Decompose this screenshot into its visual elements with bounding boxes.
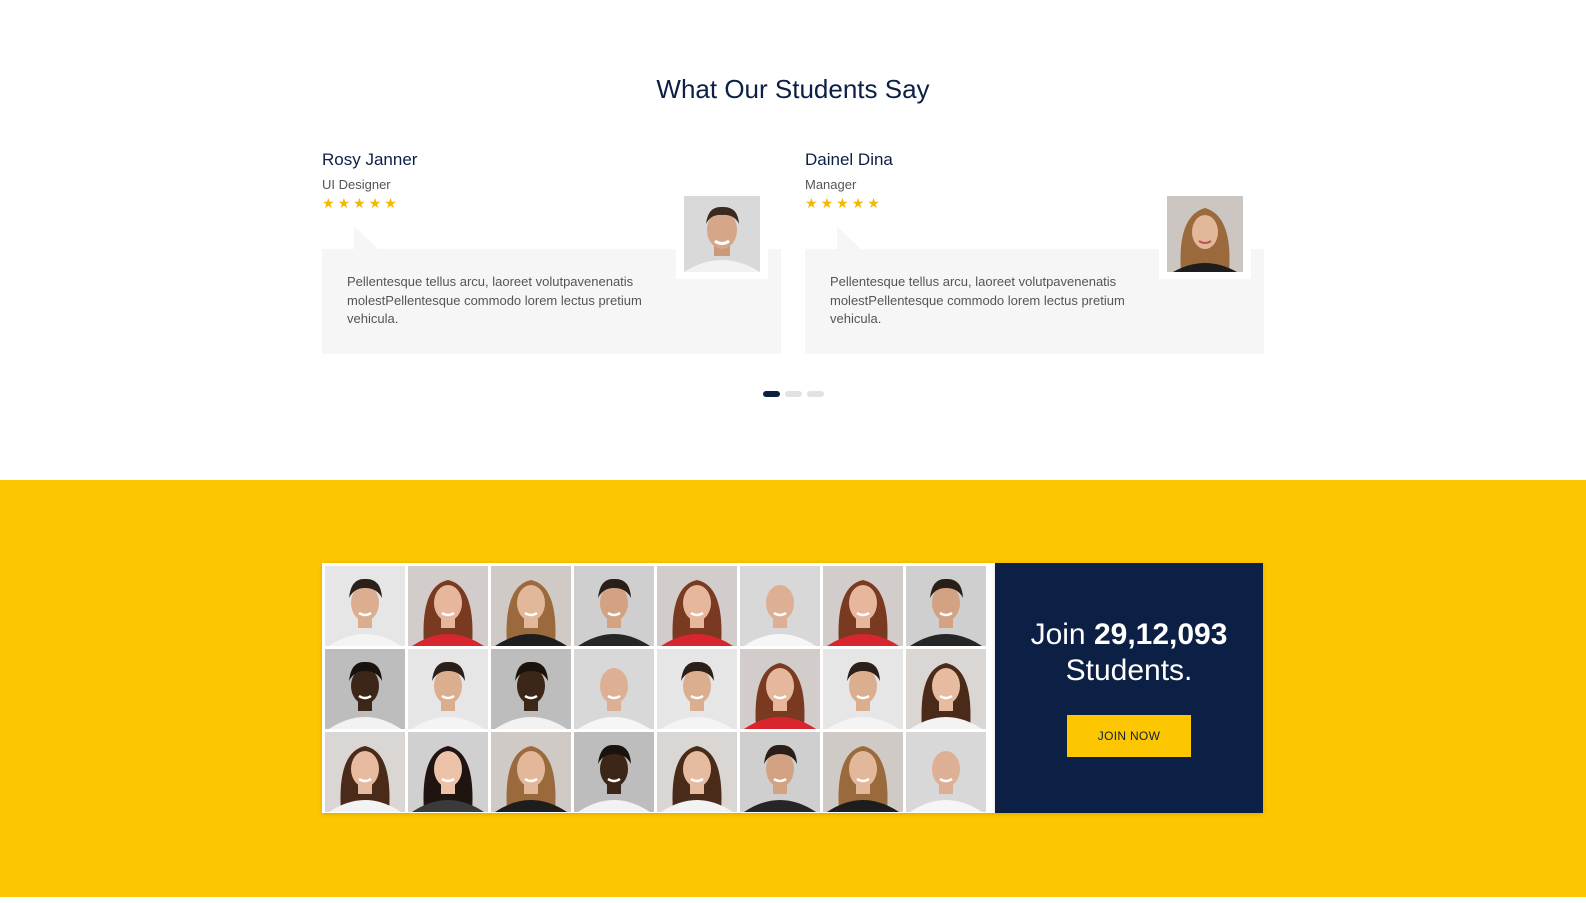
rating-stars: ★ ★ ★ ★ ★ (322, 196, 397, 210)
star-icon: ★ (384, 195, 397, 211)
carousel-dot[interactable] (785, 391, 802, 397)
student-photo (740, 566, 820, 646)
student-photo (740, 732, 820, 812)
section-divider (0, 897, 1586, 903)
student-photo (408, 649, 488, 729)
student-photo (823, 732, 903, 812)
student-photo-mosaic (322, 563, 995, 813)
student-photo (491, 566, 571, 646)
testimonial-quote: Pellentesque tellus arcu, laoreet volutp… (830, 274, 1125, 326)
join-suffix: Students. (1065, 654, 1193, 687)
star-icon: ★ (836, 195, 849, 211)
student-photo (823, 649, 903, 729)
avatar (1167, 196, 1243, 272)
student-photo (657, 566, 737, 646)
join-section: Join 29,12,093 Students. JOIN NOW (0, 480, 1586, 897)
star-icon: ★ (337, 195, 351, 211)
student-photo (906, 566, 986, 646)
testimonial-role: UI Designer (322, 177, 391, 192)
student-photo (906, 732, 986, 812)
avatar-frame (676, 188, 768, 279)
testimonial-name: Rosy Janner (322, 150, 418, 169)
star-icon: ★ (867, 195, 880, 211)
join-headline: Join 29,12,093 Students. (995, 617, 1263, 689)
testimonial-role: Manager (805, 177, 857, 192)
student-photo (657, 732, 737, 812)
student-photo (491, 649, 571, 729)
bubble-pointer (354, 226, 378, 249)
student-photo (408, 566, 488, 646)
student-count: 29,12,093 (1093, 618, 1228, 651)
star-icon: ★ (322, 195, 335, 211)
carousel-dot[interactable] (807, 391, 824, 397)
join-panel: Join 29,12,093 Students. JOIN NOW (995, 563, 1263, 813)
carousel-dot[interactable] (763, 391, 780, 397)
carousel-pagination (763, 391, 824, 397)
testimonial-card: Rosy Janner UI Designer ★ ★ ★ ★ ★ Pellen… (322, 148, 781, 354)
testimonial-name: Dainel Dina (805, 150, 893, 169)
star-icon: ★ (368, 195, 382, 211)
star-icon: ★ (820, 195, 834, 211)
section-title: What Our Students Say (656, 74, 930, 104)
student-photo (325, 649, 405, 729)
star-icon: ★ (851, 195, 865, 211)
student-photo (408, 732, 488, 812)
student-photo (491, 732, 571, 812)
star-icon: ★ (353, 195, 366, 211)
student-photo (574, 649, 654, 729)
student-photo (574, 732, 654, 812)
student-photo (325, 732, 405, 812)
avatar (684, 196, 760, 272)
student-photo (574, 566, 654, 646)
star-icon: ★ (805, 195, 818, 211)
student-photo (325, 566, 405, 646)
student-photo (740, 649, 820, 729)
testimonial-card: Dainel Dina Manager ★ ★ ★ ★ ★ Pellentesq… (805, 148, 1264, 354)
rating-stars: ★ ★ ★ ★ ★ (805, 196, 880, 210)
join-now-button[interactable]: JOIN NOW (1067, 715, 1191, 757)
student-photo (906, 649, 986, 729)
bubble-pointer (837, 226, 861, 249)
student-photo (657, 649, 737, 729)
student-photo (823, 566, 903, 646)
testimonial-quote: Pellentesque tellus arcu, laoreet volutp… (347, 274, 642, 326)
testimonials-section: What Our Students Say Rosy Janner UI Des… (0, 0, 1586, 480)
join-prefix: Join (1030, 618, 1086, 651)
avatar-frame (1159, 188, 1251, 279)
